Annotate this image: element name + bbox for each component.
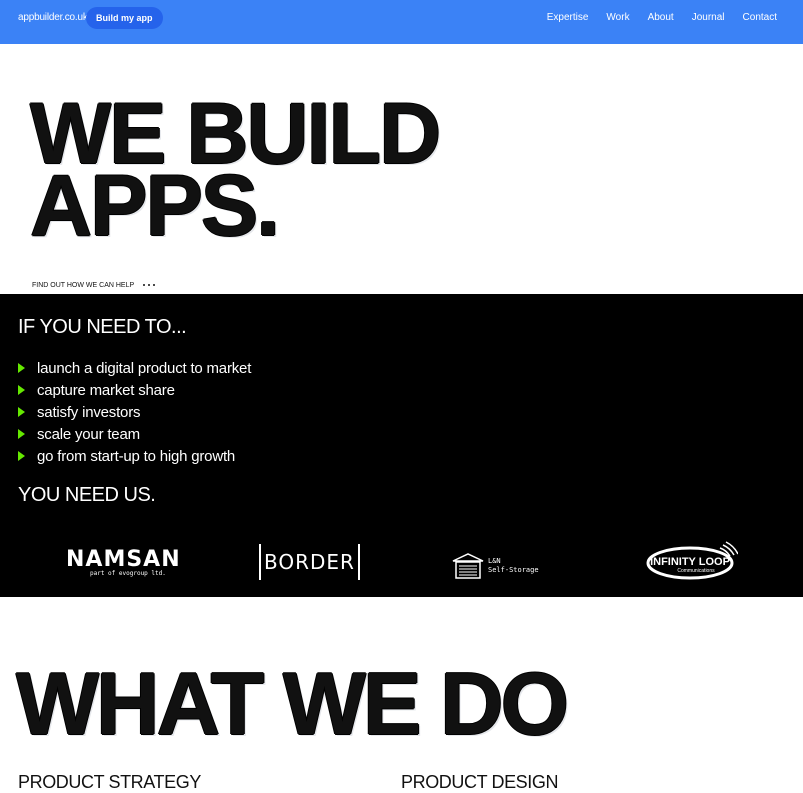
border-logo: BORDER xyxy=(259,544,360,580)
play-arrow-icon xyxy=(18,407,25,417)
list-item-text: capture market share xyxy=(37,381,175,399)
list-item: scale your team xyxy=(18,423,251,445)
infinity-loop-mark: INFINITY LOOP Communications xyxy=(646,541,739,580)
client-logos: NAMSAN part of evogroup ltd. BORDER L&N … xyxy=(0,541,803,587)
brand-link[interactable]: appbuilder.co.uk xyxy=(18,12,88,23)
service-product-design: PRODUCT DESIGN xyxy=(401,772,559,792)
needs-section: IF YOU NEED TO... launch a digital produ… xyxy=(0,294,803,597)
need-us-heading: YOU NEED US. xyxy=(18,484,156,506)
play-arrow-icon xyxy=(18,385,25,395)
list-item: satisfy investors xyxy=(18,401,251,423)
nav-work[interactable]: Work xyxy=(606,12,629,23)
find-out-text: FIND OUT HOW WE CAN HELP xyxy=(32,282,135,289)
find-out-link[interactable]: FIND OUT HOW WE CAN HELP xyxy=(32,282,155,289)
infinity-loop-logo: INFINITY LOOP Communications xyxy=(646,540,739,580)
border-logo-text: BORDER xyxy=(264,550,355,574)
namsan-logo: NAMSAN part of evogroup ltd. xyxy=(66,547,181,587)
dots-icon xyxy=(140,282,155,289)
play-arrow-icon xyxy=(18,451,25,461)
list-item-text: satisfy investors xyxy=(37,403,141,421)
hero-title: WE BUILD APPS. xyxy=(30,91,450,250)
ln-logo-line-1: L&N xyxy=(488,557,501,565)
main-nav: Expertise Work About Journal Contact xyxy=(547,12,777,23)
list-item: go from start-up to high growth xyxy=(18,445,251,467)
ln-logo-line-2: Self-Storage xyxy=(488,566,539,574)
list-item-text: go from start-up to high growth xyxy=(37,447,236,465)
list-item: launch a digital product to market xyxy=(18,357,251,379)
top-navigation-bar: appbuilder.co.uk Build my app Expertise … xyxy=(0,0,803,44)
service-product-strategy: PRODUCT STRATEGY xyxy=(18,772,201,792)
nav-expertise[interactable]: Expertise xyxy=(547,12,589,23)
infinity-loop-line-1: INFINITY LOOP xyxy=(650,556,730,568)
nav-journal[interactable]: Journal xyxy=(692,12,725,23)
play-arrow-icon xyxy=(18,363,25,373)
needs-heading: IF YOU NEED TO... xyxy=(18,316,187,338)
garage-icon xyxy=(452,553,484,579)
namsan-logo-text: NAMSAN xyxy=(66,547,181,572)
play-arrow-icon xyxy=(18,429,25,439)
build-my-app-button[interactable]: Build my app xyxy=(86,7,163,29)
list-item-text: scale your team xyxy=(37,425,140,443)
nav-about[interactable]: About xyxy=(648,12,674,23)
infinity-loop-line-2: Communications xyxy=(677,568,715,574)
list-item: capture market share xyxy=(18,379,251,401)
list-item-text: launch a digital product to market xyxy=(37,359,252,377)
needs-list: launch a digital product to market captu… xyxy=(18,357,251,467)
ln-self-storage-logo: L&N Self-Storage xyxy=(452,546,539,586)
nav-contact[interactable]: Contact xyxy=(743,12,777,23)
what-we-do-heading: WHAT WE DO xyxy=(16,654,569,753)
